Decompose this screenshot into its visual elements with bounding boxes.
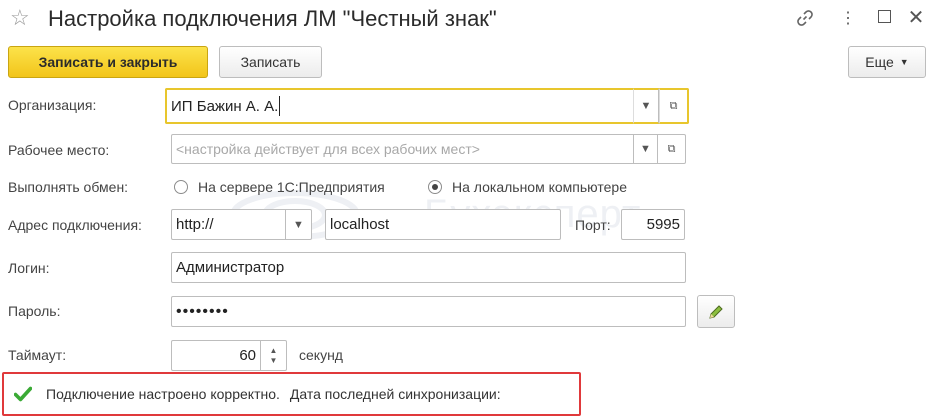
- timeout-value: 60: [239, 347, 256, 364]
- password-value: ••••••••: [176, 302, 229, 320]
- window-title: Настройка подключения ЛМ "Честный знак": [48, 6, 497, 31]
- check-icon: [14, 386, 32, 402]
- more-button[interactable]: Еще ▼: [848, 46, 926, 78]
- login-label: Логин:: [8, 260, 50, 276]
- save-and-close-button[interactable]: Записать и закрыть: [8, 46, 208, 78]
- workplace-field[interactable]: <настройка действует для всех рабочих ме…: [171, 134, 634, 164]
- close-icon[interactable]: ✕: [906, 5, 926, 30]
- password-field[interactable]: ••••••••: [171, 296, 686, 327]
- address-label: Адрес подключения:: [8, 217, 142, 233]
- save-button[interactable]: Записать: [219, 46, 322, 78]
- organization-open-icon[interactable]: ⧉: [659, 88, 689, 124]
- radio-local[interactable]: [428, 180, 442, 194]
- radio-selected-dot: [432, 184, 438, 190]
- radio-server-label[interactable]: На сервере 1С:Предприятия: [198, 179, 385, 195]
- link-icon[interactable]: [796, 9, 814, 27]
- text-cursor: [279, 96, 281, 116]
- radio-local-label[interactable]: На локальном компьютере: [452, 179, 627, 195]
- password-label: Пароль:: [8, 303, 61, 319]
- login-field[interactable]: Администратор: [171, 252, 686, 283]
- timeout-stepper[interactable]: ▲ ▼: [261, 340, 287, 371]
- workplace-label: Рабочее место:: [8, 142, 110, 158]
- timeout-field[interactable]: 60: [171, 340, 261, 371]
- timeout-unit: секунд: [299, 347, 343, 363]
- sync-date-label: Дата последней синхронизации:: [289, 386, 501, 402]
- timeout-label: Таймаут:: [8, 347, 67, 363]
- radio-server[interactable]: [174, 180, 188, 194]
- organization-value: ИП Бажин А. А.: [171, 97, 279, 115]
- exchange-label: Выполнять обмен:: [8, 179, 129, 195]
- workplace-open-icon[interactable]: ⧉: [658, 134, 686, 164]
- stepper-up-icon[interactable]: ▲: [270, 346, 278, 356]
- connection-status: Подключение настроено корректно. Дата по…: [2, 372, 581, 416]
- maximize-icon[interactable]: [878, 10, 891, 23]
- workplace-placeholder: <настройка действует для всех рабочих ме…: [176, 141, 480, 157]
- host-field[interactable]: localhost: [325, 209, 561, 240]
- organization-field[interactable]: ИП Бажин А. А.: [165, 88, 633, 124]
- more-vertical-icon[interactable]: ⋮: [838, 8, 858, 28]
- favorite-star-icon[interactable]: ☆: [10, 5, 30, 31]
- stepper-down-icon[interactable]: ▼: [270, 356, 278, 366]
- more-button-label: Еще: [865, 54, 894, 70]
- login-value: Администратор: [176, 259, 285, 276]
- organization-dropdown-icon[interactable]: ▼: [633, 88, 659, 124]
- port-field[interactable]: 5995: [621, 209, 685, 240]
- port-value: 5995: [646, 216, 680, 233]
- protocol-field[interactable]: http://: [171, 209, 286, 240]
- protocol-dropdown-icon[interactable]: ▼: [286, 209, 312, 240]
- organization-label: Организация:: [8, 97, 97, 113]
- status-message: Подключение настроено корректно.: [46, 386, 280, 402]
- workplace-dropdown-icon[interactable]: ▼: [634, 134, 658, 164]
- edit-password-button[interactable]: [697, 295, 735, 328]
- port-label: Порт:: [575, 217, 611, 233]
- protocol-value: http://: [176, 216, 214, 233]
- pencil-icon: [709, 304, 723, 319]
- host-value: localhost: [330, 216, 390, 233]
- chevron-down-icon: ▼: [899, 57, 909, 67]
